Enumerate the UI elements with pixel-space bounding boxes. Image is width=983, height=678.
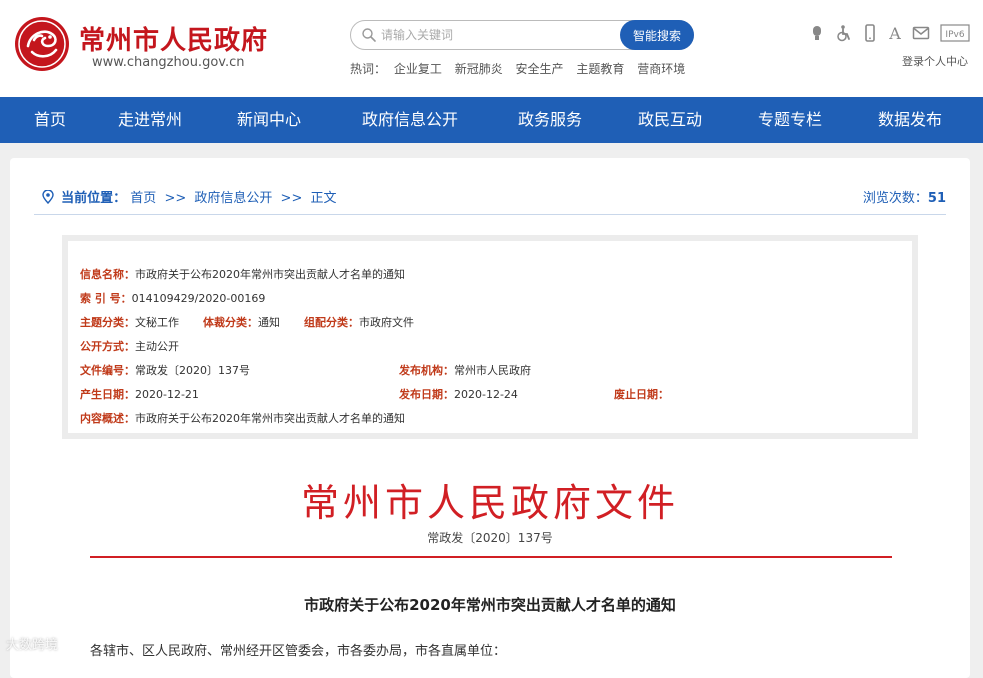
view-count-value: 51 [927, 191, 946, 206]
article-title: 市政府关于公布2020年常州市突出贡献人才名单的通知 [304, 596, 676, 614]
meta-value: 市政府关于公布2020年常州市突出贡献人才名单的通知 [135, 268, 405, 281]
nav-item-news-center[interactable]: 新闻中心 [237, 97, 301, 143]
mail-icon[interactable] [912, 24, 930, 42]
mobile-icon[interactable] [861, 24, 879, 42]
meta-label: 废止日期： [614, 388, 669, 401]
nav-item-home[interactable]: 首页 [34, 97, 66, 143]
dragon-emblem-logo[interactable] [14, 16, 70, 72]
main-nav: 首页 走进常州 新闻中心 政府信息公开 政务服务 政民互动 专题专栏 数据发布 [0, 97, 983, 143]
breadcrumb-current[interactable]: 正文 [310, 191, 336, 206]
meta-label: 体裁分类： [203, 316, 258, 329]
ipv6-text: IPv6 [945, 30, 964, 40]
meta-label: 发布日期： [399, 388, 454, 401]
smart-search-button[interactable]: 智能搜索 [620, 20, 694, 50]
meta-label: 主题分类： [80, 316, 135, 329]
ipv6-icon[interactable]: IPv6 [940, 24, 970, 42]
nav-item-data-release[interactable]: 数据发布 [878, 97, 942, 143]
content-panel: 当前位置： 首页 >> 政府信息公开 >> 正文 浏览次数：51 信息名称：市政… [10, 158, 970, 678]
masthead-red-rule [90, 556, 892, 558]
nav-item-about-changzhou[interactable]: 走进常州 [118, 97, 182, 143]
meta-value: 通知 [258, 316, 280, 329]
hot-word-link[interactable]: 安全生产 [516, 62, 564, 76]
site-title[interactable]: 常州市人民政府 [79, 20, 268, 57]
meta-label: 发布机构： [399, 364, 454, 377]
hot-words: 热词： 企业复工 新冠肺炎 安全生产 主题教育 营商环境 [350, 60, 694, 77]
site-url: www.changzhou.gov.cn [92, 55, 245, 70]
document-number: 常政发〔2020〕137号 [427, 531, 553, 545]
view-count: 浏览次数：51 [863, 187, 946, 206]
hot-word-link[interactable]: 新冠肺炎 [455, 62, 503, 76]
meta-value: 014109429/2020-00169 [131, 292, 266, 305]
accessibility-icon[interactable] [835, 24, 853, 42]
breadcrumb-separator: >> [280, 191, 303, 206]
site-header: 常州市人民政府 www.changzhou.gov.cn 智能搜索 热词： 企业… [0, 0, 983, 97]
font-size-icon[interactable]: A [886, 24, 904, 42]
meta-value: 2020-12-21 [135, 388, 199, 401]
nav-item-gov-services[interactable]: 政务服务 [518, 97, 582, 143]
meta-label: 文件编号： [80, 364, 135, 377]
search-input[interactable] [381, 24, 611, 46]
breadcrumb-label: 当前位置： [61, 191, 127, 206]
meta-value: 文秘工作 [135, 316, 179, 329]
breadcrumb-gov-info-link[interactable]: 政府信息公开 [194, 191, 272, 206]
meta-label: 内容概述： [80, 412, 135, 425]
nav-item-public-interaction[interactable]: 政民互动 [638, 97, 702, 143]
meta-label: 组配分类： [304, 316, 359, 329]
meta-value: 主动公开 [135, 340, 179, 353]
hot-word-link[interactable]: 营商环境 [637, 62, 685, 76]
hot-word-link[interactable]: 主题教育 [576, 62, 624, 76]
search-box: 智能搜索 [350, 20, 694, 50]
view-count-label: 浏览次数： [862, 191, 928, 206]
metadata-panel: 信息名称：市政府关于公布2020年常州市突出贡献人才名单的通知 索 引 号：01… [62, 235, 918, 439]
meta-label: 产生日期： [80, 388, 135, 401]
meta-value: 常州市人民政府 [454, 364, 531, 377]
hot-word-link[interactable]: 企业复工 [394, 62, 442, 76]
meta-value: 2020-12-24 [454, 388, 518, 401]
breadcrumb: 当前位置： 首页 >> 政府信息公开 >> 正文 [42, 187, 337, 206]
speaker-icon[interactable] [808, 24, 826, 42]
breadcrumb-home-link[interactable]: 首页 [130, 191, 156, 206]
article-body-first-line: 各辖市、区人民政府、常州经开区管委会，市各委办局，市各直属单位： [90, 644, 507, 659]
meta-row-index: 索 引 号：014109429/2020-00169 [80, 290, 265, 306]
meta-label: 信息名称： [80, 268, 135, 281]
document-masthead: 常州市人民政府文件 [300, 481, 679, 525]
meta-row-summary: 内容概述：市政府关于公布2020年常州市突出贡献人才名单的通知 [80, 410, 405, 426]
font-size-text: A [888, 24, 901, 42]
nav-item-gov-info-disclosure[interactable]: 政府信息公开 [362, 97, 458, 143]
meta-label: 公开方式： [80, 340, 135, 353]
metadata-table: 信息名称：市政府关于公布2020年常州市突出贡献人才名单的通知 索 引 号：01… [68, 241, 912, 433]
breadcrumb-divider [34, 214, 946, 215]
meta-value: 市政府文件 [359, 316, 414, 329]
nav-item-special-topics[interactable]: 专题专栏 [758, 97, 822, 143]
search-icon [362, 28, 376, 42]
meta-row-info-name: 信息名称：市政府关于公布2020年常州市突出贡献人才名单的通知 [80, 266, 405, 282]
watermark: 大数跨境 [6, 638, 59, 653]
meta-row-public: 公开方式：主动公开 [80, 338, 179, 354]
breadcrumb-separator: >> [164, 191, 187, 206]
meta-value: 市政府关于公布2020年常州市突出贡献人才名单的通知 [135, 412, 405, 425]
location-pin-icon [42, 190, 54, 204]
login-personal-center-link[interactable]: 登录个人中心 [902, 53, 968, 69]
meta-label: 索 引 号： [80, 292, 132, 305]
meta-value: 常政发〔2020〕137号 [135, 364, 250, 377]
hot-words-label: 热词： [350, 62, 387, 76]
